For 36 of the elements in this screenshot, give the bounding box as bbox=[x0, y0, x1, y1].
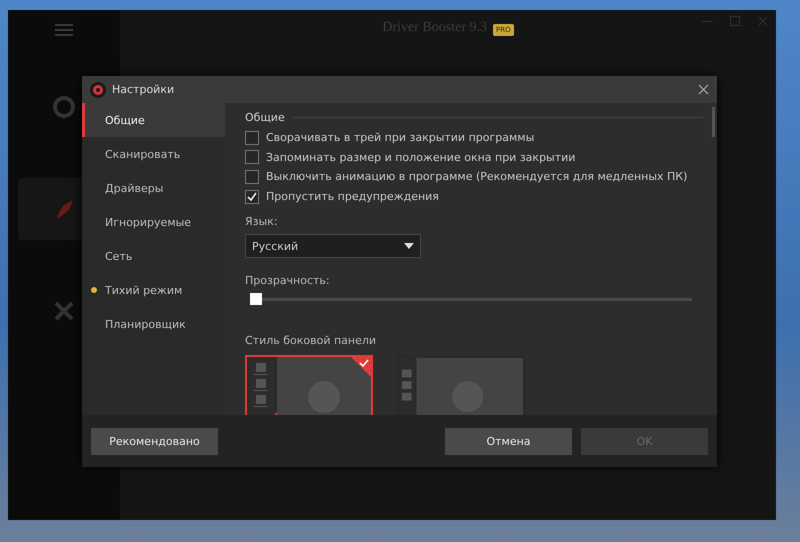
nav-item[interactable]: Сканировать bbox=[82, 137, 225, 171]
nav-item[interactable]: Общие bbox=[82, 103, 225, 137]
nav-item[interactable]: Сеть bbox=[82, 239, 225, 273]
section-title: Общие bbox=[245, 111, 285, 124]
maximize-icon bbox=[730, 16, 740, 26]
sidebar-style-label: Стиль боковой панели bbox=[245, 334, 378, 348]
caret-icon bbox=[404, 243, 414, 250]
option-label: Пропустить предупреждения bbox=[266, 190, 439, 204]
dialog-button[interactable]: Рекомендовано bbox=[91, 428, 218, 454]
checkbox[interactable] bbox=[245, 190, 259, 204]
check-icon bbox=[246, 190, 258, 203]
gear-icon bbox=[90, 82, 106, 98]
option-label: Сворачивать в трей при закрытии программы bbox=[266, 131, 534, 144]
nav-item[interactable]: Тихий режим bbox=[82, 273, 225, 307]
gauge-icon bbox=[53, 96, 75, 118]
nav-item[interactable]: Игнорируемые bbox=[82, 205, 225, 239]
dialog-title: Настройки bbox=[112, 83, 176, 96]
menu-icon bbox=[55, 24, 73, 36]
tools-icon bbox=[53, 300, 75, 322]
nav-item[interactable]: Драйверы bbox=[82, 171, 225, 205]
language-label: Язык: bbox=[245, 215, 279, 228]
dialog-button[interactable]: Отмена bbox=[445, 428, 572, 454]
slider-thumb[interactable] bbox=[250, 292, 262, 305]
checkbox[interactable] bbox=[245, 170, 259, 184]
scrollbar[interactable] bbox=[712, 107, 715, 137]
checkbox[interactable] bbox=[245, 130, 259, 145]
nav-item[interactable]: Планировщик bbox=[82, 307, 225, 341]
close-icon bbox=[758, 16, 768, 26]
check-icon bbox=[351, 357, 371, 378]
close-icon bbox=[698, 84, 709, 95]
transparency-slider[interactable] bbox=[250, 292, 692, 304]
option-label: Запоминать размер и положение окна при закрытии bbox=[266, 150, 576, 164]
language-dropdown[interactable]: Русский bbox=[245, 234, 421, 258]
transparency-label: Прозрачность: bbox=[245, 274, 331, 287]
checkbox[interactable] bbox=[245, 150, 259, 164]
option-label: Выключить анимацию в программе (Рекомендуется для медленных ПК) bbox=[266, 170, 688, 184]
